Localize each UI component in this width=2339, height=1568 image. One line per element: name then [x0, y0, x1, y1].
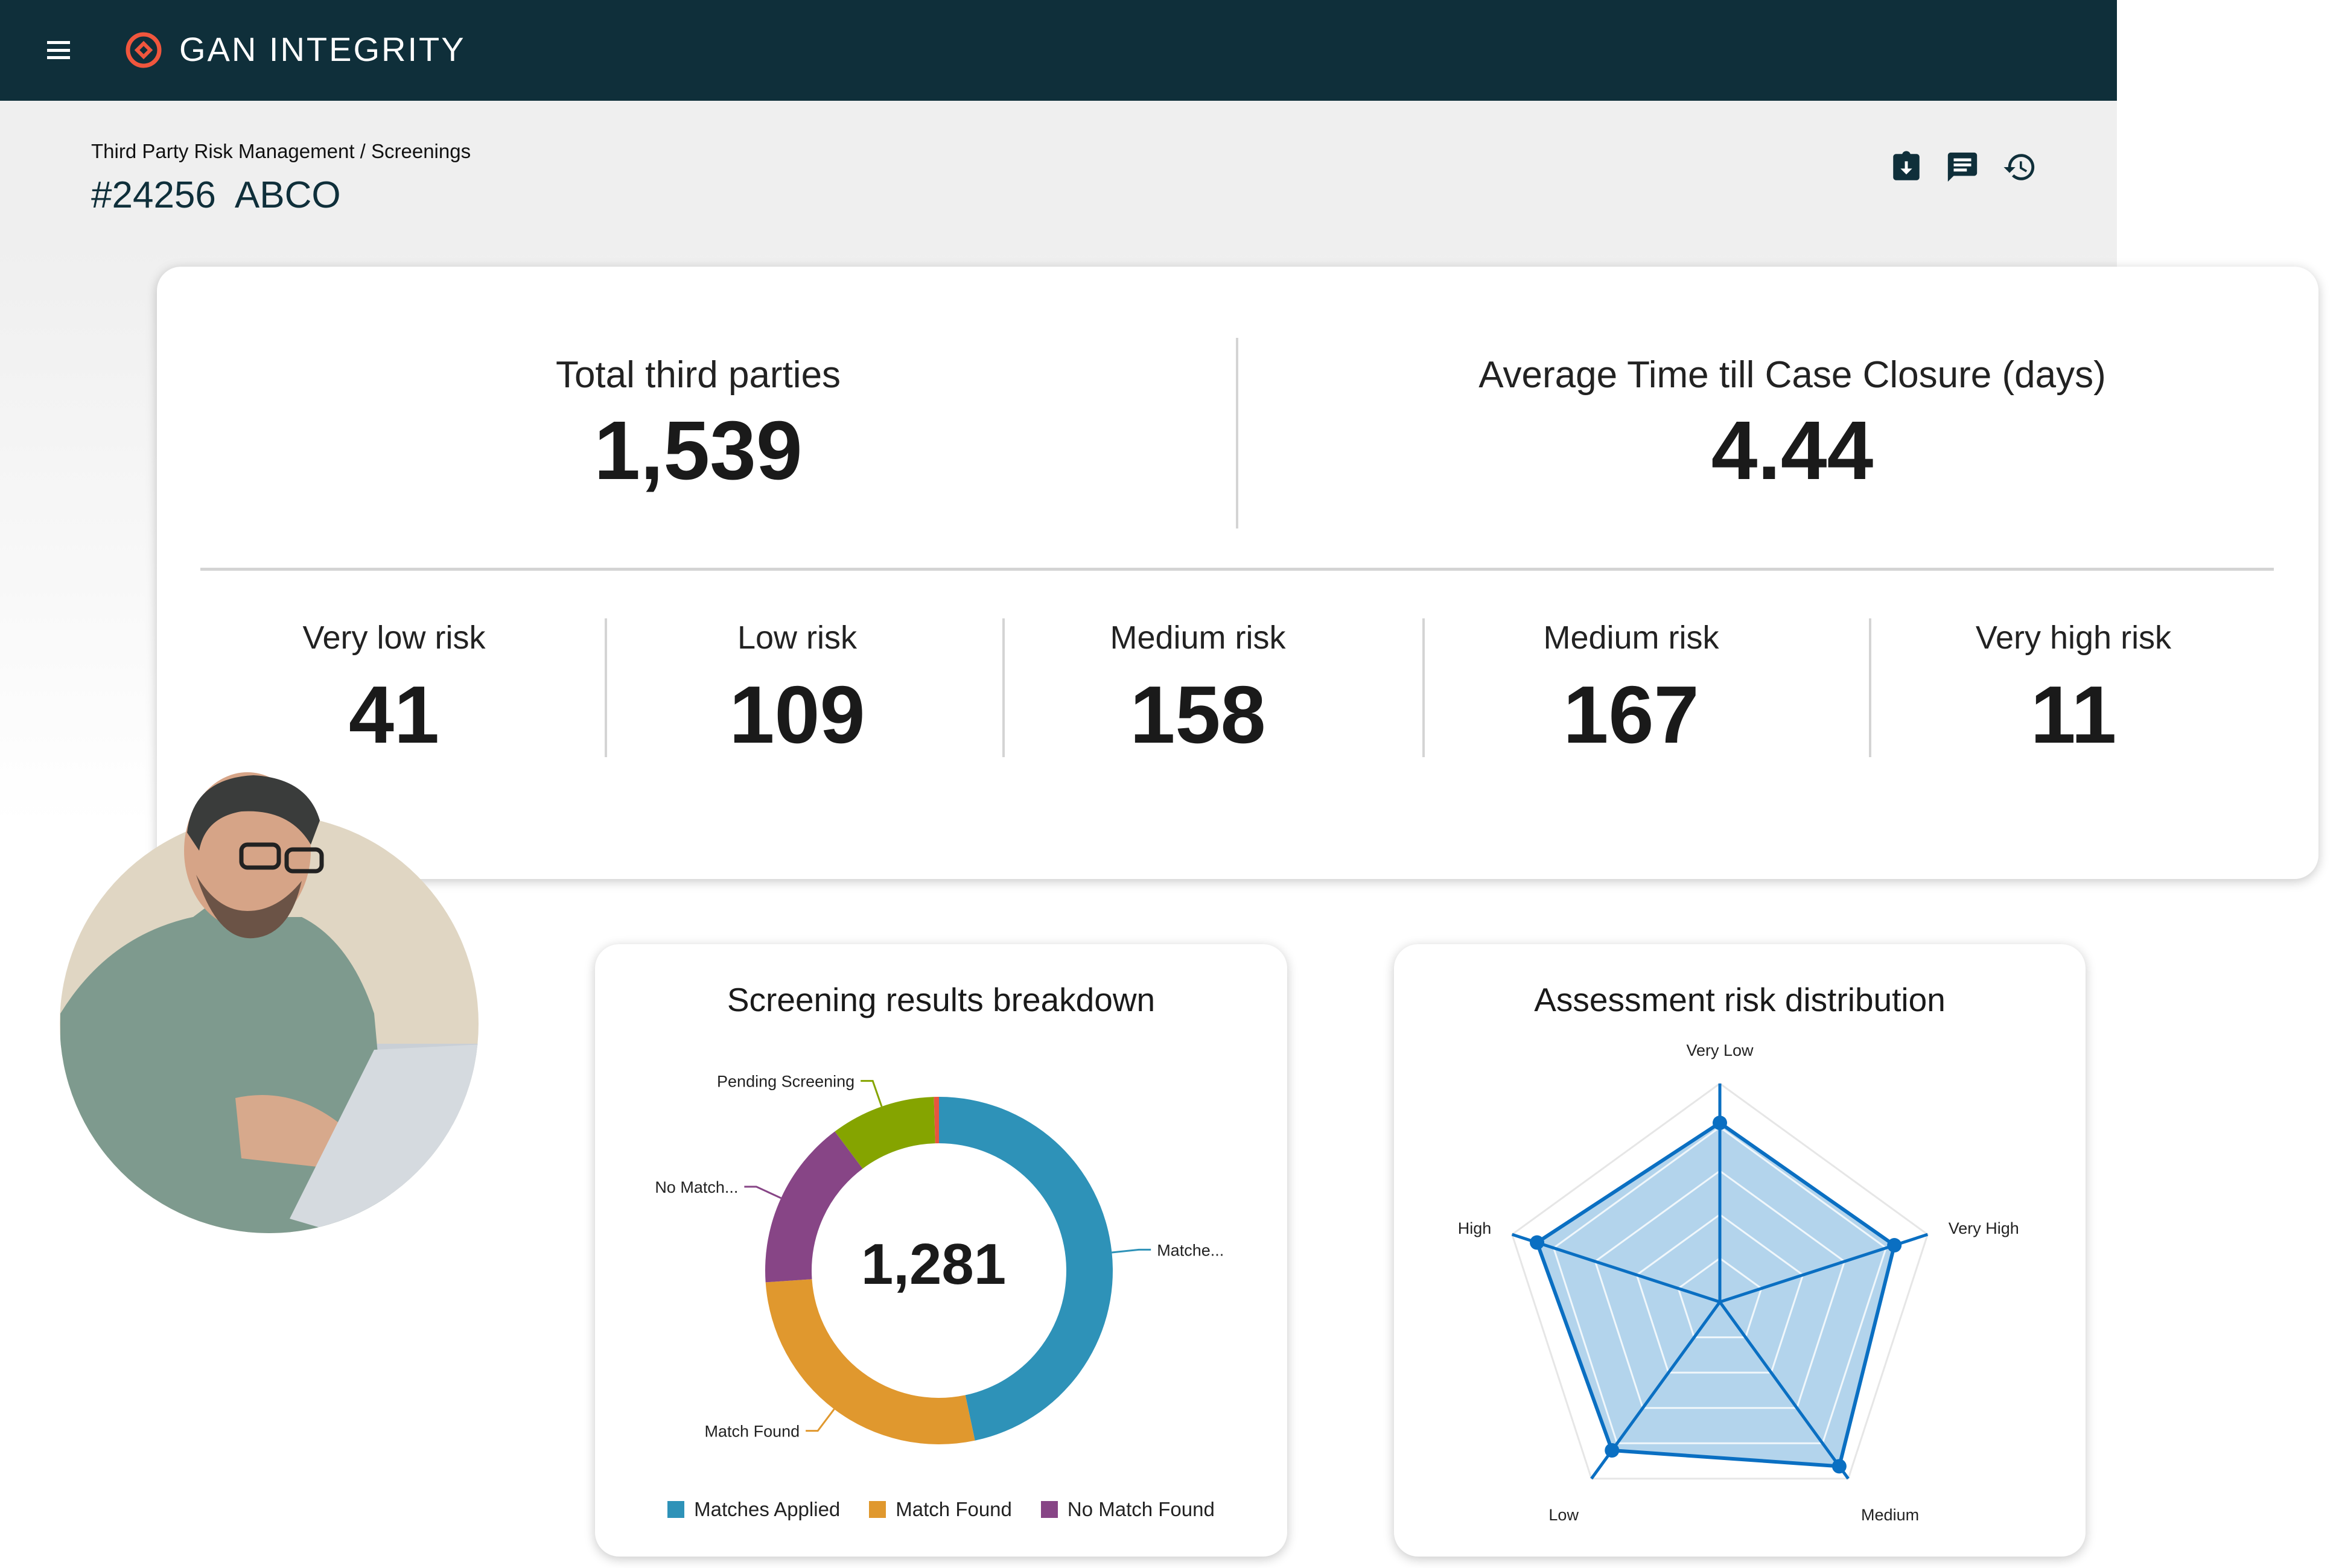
- hamburger-icon[interactable]: [47, 41, 70, 59]
- comment-icon[interactable]: [1945, 150, 1980, 185]
- radar-point: [1713, 1116, 1727, 1131]
- stat-label: Very high risk: [1975, 620, 2172, 656]
- stat-value: 11: [2030, 669, 2117, 760]
- legend-label: No Match Found: [1067, 1498, 1215, 1520]
- radar-point: [1887, 1238, 1902, 1253]
- slice-leader-line: [744, 1186, 781, 1199]
- assessment-risk-card: Assessment risk distribution Very Low Ver…: [1394, 944, 2086, 1557]
- legend-swatch: [667, 1501, 685, 1518]
- risk-stat-very-low: Very low risk 41: [302, 617, 485, 760]
- stat-value: 109: [729, 669, 865, 760]
- divider: [1869, 618, 1871, 757]
- radar-axis-label: Very High: [1949, 1219, 2019, 1237]
- radar-point: [1530, 1235, 1545, 1250]
- legend-item-match-found[interactable]: Match Found: [869, 1498, 1012, 1521]
- radar-point: [1831, 1459, 1847, 1474]
- radar-axis-label: Low: [1548, 1506, 1579, 1524]
- clipboard-download-icon[interactable]: [1889, 150, 1924, 185]
- brand-name[interactable]: GAN INTEGRITY: [179, 31, 466, 68]
- radar-point: [1605, 1443, 1620, 1458]
- divider: [1236, 338, 1238, 528]
- slice-label: Match Found: [705, 1423, 800, 1441]
- stat-label: Average Time till Case Closure (days): [1478, 354, 2106, 396]
- legend-item-matches-applied[interactable]: Matches Applied: [667, 1498, 840, 1521]
- top-navigation-bar: GAN INTEGRITY: [0, 0, 2117, 101]
- history-icon[interactable]: [2002, 150, 2037, 185]
- risk-stat-medium: Medium risk 158: [1110, 617, 1285, 760]
- stat-value: 158: [1130, 669, 1266, 760]
- legend-swatch: [869, 1501, 886, 1518]
- slice-leader-line: [806, 1408, 835, 1432]
- divider: [1002, 618, 1005, 757]
- slice-leader-line: [1112, 1248, 1151, 1254]
- avg-closure-time-stat: Average Time till Case Closure (days) 4.…: [1478, 351, 2105, 496]
- stat-label: Medium risk: [1543, 620, 1719, 656]
- stat-value: 41: [348, 669, 440, 760]
- legend-label: Matches Applied: [694, 1498, 841, 1520]
- legend-label: Match Found: [896, 1498, 1012, 1520]
- slice-label: Pending Screening: [717, 1073, 854, 1091]
- radar-chart: Very Low Very High Medium Low High: [1458, 1041, 2019, 1524]
- screening-results-card: Screening results breakdown 1,281 Matche…: [595, 944, 1287, 1557]
- breadcrumb[interactable]: Third Party Risk Management / Screenings: [91, 140, 471, 163]
- divider: [1422, 618, 1425, 757]
- slice-label: No Match...: [655, 1178, 738, 1196]
- radar-axis-label: Medium: [1861, 1506, 1919, 1524]
- stat-label: Medium risk: [1110, 620, 1286, 656]
- risk-stat-low: Low risk 109: [729, 617, 865, 760]
- stat-value: 4.44: [1711, 404, 1874, 497]
- stat-value: 167: [1563, 669, 1699, 760]
- page-title: #24256 ABCO: [91, 174, 341, 216]
- risk-stat-very-high: Very high risk 11: [1976, 617, 2171, 760]
- donut-center-value: 1,281: [861, 1232, 1006, 1297]
- radar-axis-label: High: [1458, 1219, 1492, 1237]
- donut-slice: [765, 1131, 863, 1283]
- legend-swatch: [1040, 1501, 1058, 1518]
- person-photo: [60, 772, 479, 1233]
- donut-slice: [765, 1279, 975, 1444]
- radar-axis-label: Very Low: [1686, 1041, 1754, 1059]
- slice-leader-line: [861, 1080, 883, 1107]
- stat-label: Very low risk: [302, 620, 486, 656]
- donut-chart: 1,281 Matche... Match Found No Match... Pen…: [655, 1073, 1224, 1444]
- stat-value: 1,539: [594, 404, 803, 497]
- divider: [200, 568, 2274, 571]
- risk-stat-medium-2: Medium risk 167: [1543, 617, 1719, 760]
- stat-label: Total third parties: [555, 354, 841, 396]
- total-third-parties-stat: Total third parties 1,539: [556, 351, 841, 496]
- stat-label: Low risk: [737, 620, 858, 656]
- gan-logo-icon: [126, 32, 162, 68]
- slice-label: Matche...: [1157, 1241, 1224, 1259]
- chart-legend: Matches Applied Match Found No Match Fou…: [595, 1498, 1287, 1521]
- divider: [605, 618, 607, 757]
- legend-item-no-match-found[interactable]: No Match Found: [1040, 1498, 1215, 1521]
